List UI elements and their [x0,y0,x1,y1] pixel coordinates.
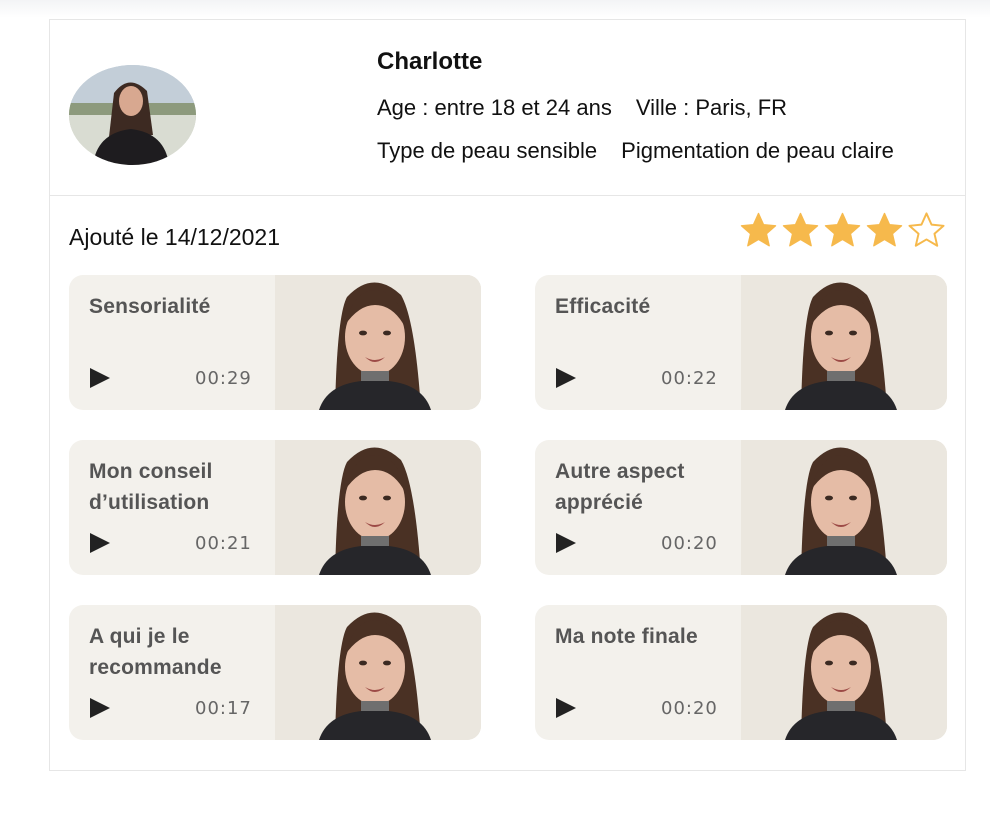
video-duration: 00:29 [195,368,252,389]
video-thumbnail-image [275,605,481,740]
video-duration: 00:21 [195,533,252,554]
video-tile[interactable]: Ma note finale 00:20 [535,605,947,740]
video-tile[interactable]: Mon conseil d’utilisation 00:21 [69,440,481,575]
video-tile[interactable]: Autre aspect apprécié 00:20 [535,440,947,575]
reviewer-name: Charlotte [377,48,483,75]
video-title: Sensorialité [89,295,211,318]
video-duration: 00:20 [661,533,718,554]
video-thumbnail[interactable] [741,605,947,740]
star-filled-icon [824,212,861,247]
play-icon[interactable] [555,367,577,389]
video-thumbnail[interactable] [275,440,481,575]
video-title: Mon conseil d’utilisation [89,460,213,514]
reviewer-info-row-2: Type de peau sensible Pigmentation de pea… [377,138,894,164]
video-title: Efficacité [555,295,651,318]
video-title: Ma note finale [555,625,698,648]
video-tile[interactable]: Sensorialité 00:29 [69,275,481,410]
review-card: Charlotte Age : entre 18 et 24 ans Ville … [49,19,966,771]
video-tile[interactable]: Efficacité 00:22 [535,275,947,410]
play-icon[interactable] [89,697,111,719]
review-date: Ajouté le 14/12/2021 [69,224,281,250]
video-tile[interactable]: A qui je le recommande 00:17 [69,605,481,740]
star-filled-icon [782,212,819,247]
video-title: A qui je le recommande [89,625,222,679]
video-thumbnail-image [275,440,481,575]
video-thumbnail-image [741,605,947,740]
reviewer-info-row-1: Age : entre 18 et 24 ans Ville : Paris, F… [377,95,787,121]
avatar-photo [69,65,196,165]
star-rating [739,211,946,250]
reviewer-age: Age : entre 18 et 24 ans [377,95,612,120]
video-duration: 00:17 [195,698,252,719]
video-thumbnail[interactable] [275,275,481,410]
video-thumbnail[interactable] [275,605,481,740]
play-icon[interactable] [555,532,577,554]
video-duration: 00:22 [661,368,718,389]
reviewer-skin-type: Type de peau sensible [377,138,598,163]
avatar [69,65,196,165]
play-icon[interactable] [89,532,111,554]
video-thumbnail[interactable] [741,275,947,410]
reviewer-city: Ville : Paris, FR [635,95,788,120]
video-duration: 00:20 [661,698,718,719]
video-thumbnail-image [741,440,947,575]
star-filled-icon [740,212,777,247]
play-icon[interactable] [555,697,577,719]
video-thumbnail-image [275,275,481,410]
play-icon[interactable] [89,367,111,389]
video-thumbnail[interactable] [741,440,947,575]
reviewer-pigmentation: Pigmentation de peau claire [621,138,894,163]
reviewer-profile: Charlotte Age : entre 18 et 24 ans Ville … [50,20,965,196]
star-empty-icon [908,212,945,247]
star-filled-icon [866,212,903,247]
video-title: Autre aspect apprécié [555,460,685,514]
video-thumbnail-image [741,275,947,410]
